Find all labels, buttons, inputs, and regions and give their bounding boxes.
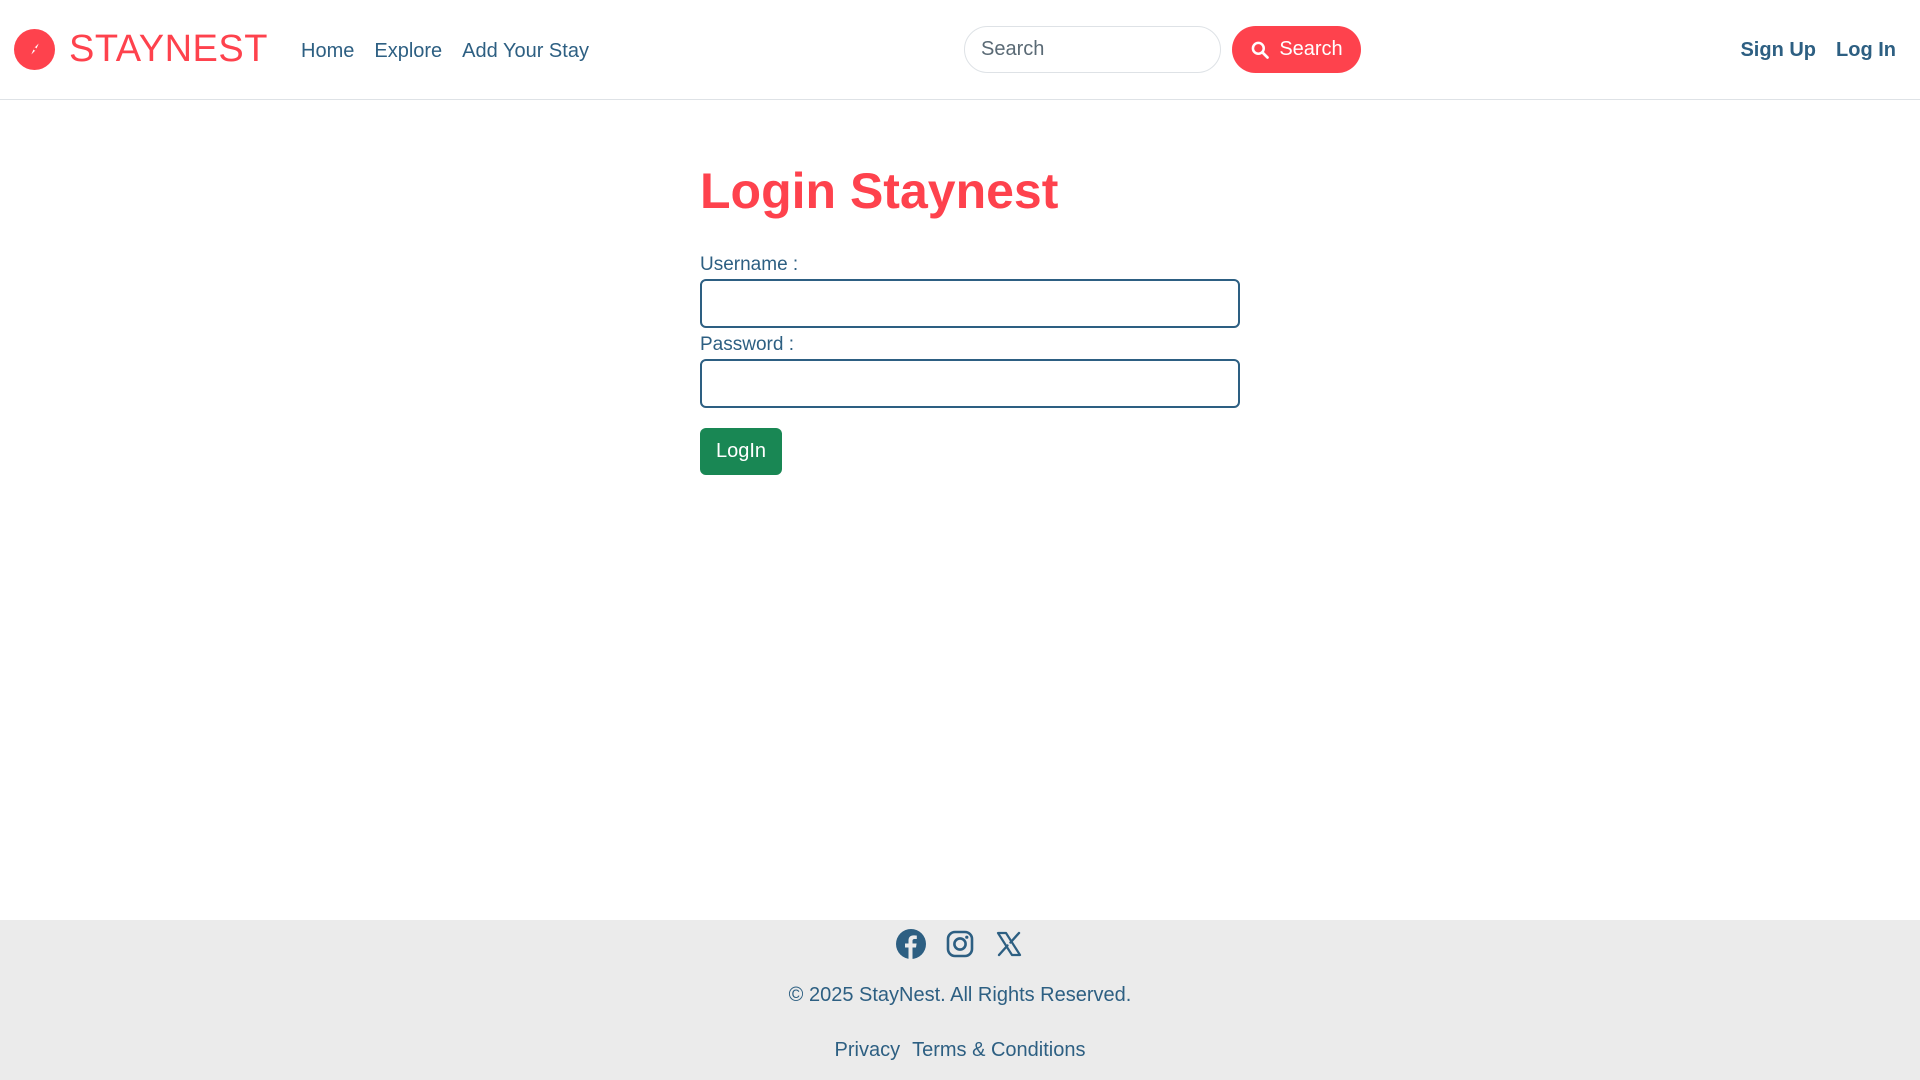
main-nav: Home Explore Add Your Stay bbox=[301, 38, 589, 64]
search-input[interactable] bbox=[964, 26, 1221, 73]
nav-explore-link[interactable]: Explore bbox=[374, 38, 442, 64]
password-group: Password : bbox=[700, 333, 1240, 408]
search-button[interactable]: Search bbox=[1232, 26, 1361, 73]
navbar: STAYNEST Home Explore Add Your Stay Sear… bbox=[0, 0, 1920, 100]
nav-home-link[interactable]: Home bbox=[301, 38, 354, 64]
facebook-icon[interactable] bbox=[896, 929, 926, 959]
copyright-text: © 2025 StayNest. All Rights Reserved. bbox=[788, 984, 1132, 1006]
auth-links: Sign Up Log In bbox=[1740, 37, 1896, 63]
login-form: Username : Password : LogIn bbox=[700, 253, 1240, 475]
login-link[interactable]: Log In bbox=[1836, 37, 1896, 63]
username-group: Username : bbox=[700, 253, 1240, 328]
instagram-icon[interactable] bbox=[945, 929, 975, 959]
login-section: Login Staynest Username : Password : Log… bbox=[700, 160, 1240, 475]
password-input[interactable] bbox=[700, 359, 1240, 408]
search-button-label: Search bbox=[1279, 38, 1343, 60]
signup-link[interactable]: Sign Up bbox=[1740, 37, 1816, 63]
magnifier-icon bbox=[1250, 40, 1270, 60]
password-label: Password : bbox=[700, 334, 794, 355]
terms-link[interactable]: Terms & Conditions bbox=[912, 1037, 1085, 1063]
privacy-link[interactable]: Privacy bbox=[835, 1037, 901, 1063]
brand-logo[interactable]: STAYNEST bbox=[14, 27, 268, 71]
social-links bbox=[0, 929, 1920, 959]
page-title: Login Staynest bbox=[700, 163, 1059, 219]
compass-icon bbox=[14, 28, 55, 70]
nav-add-stay-link[interactable]: Add Your Stay bbox=[462, 38, 589, 64]
brand-name: STAYNEST bbox=[69, 28, 268, 70]
footer-links: Privacy Terms & Conditions bbox=[0, 1037, 1920, 1063]
login-submit-button[interactable]: LogIn bbox=[700, 428, 782, 475]
username-input[interactable] bbox=[700, 279, 1240, 328]
x-icon[interactable] bbox=[994, 929, 1024, 959]
username-label: Username : bbox=[700, 254, 799, 275]
